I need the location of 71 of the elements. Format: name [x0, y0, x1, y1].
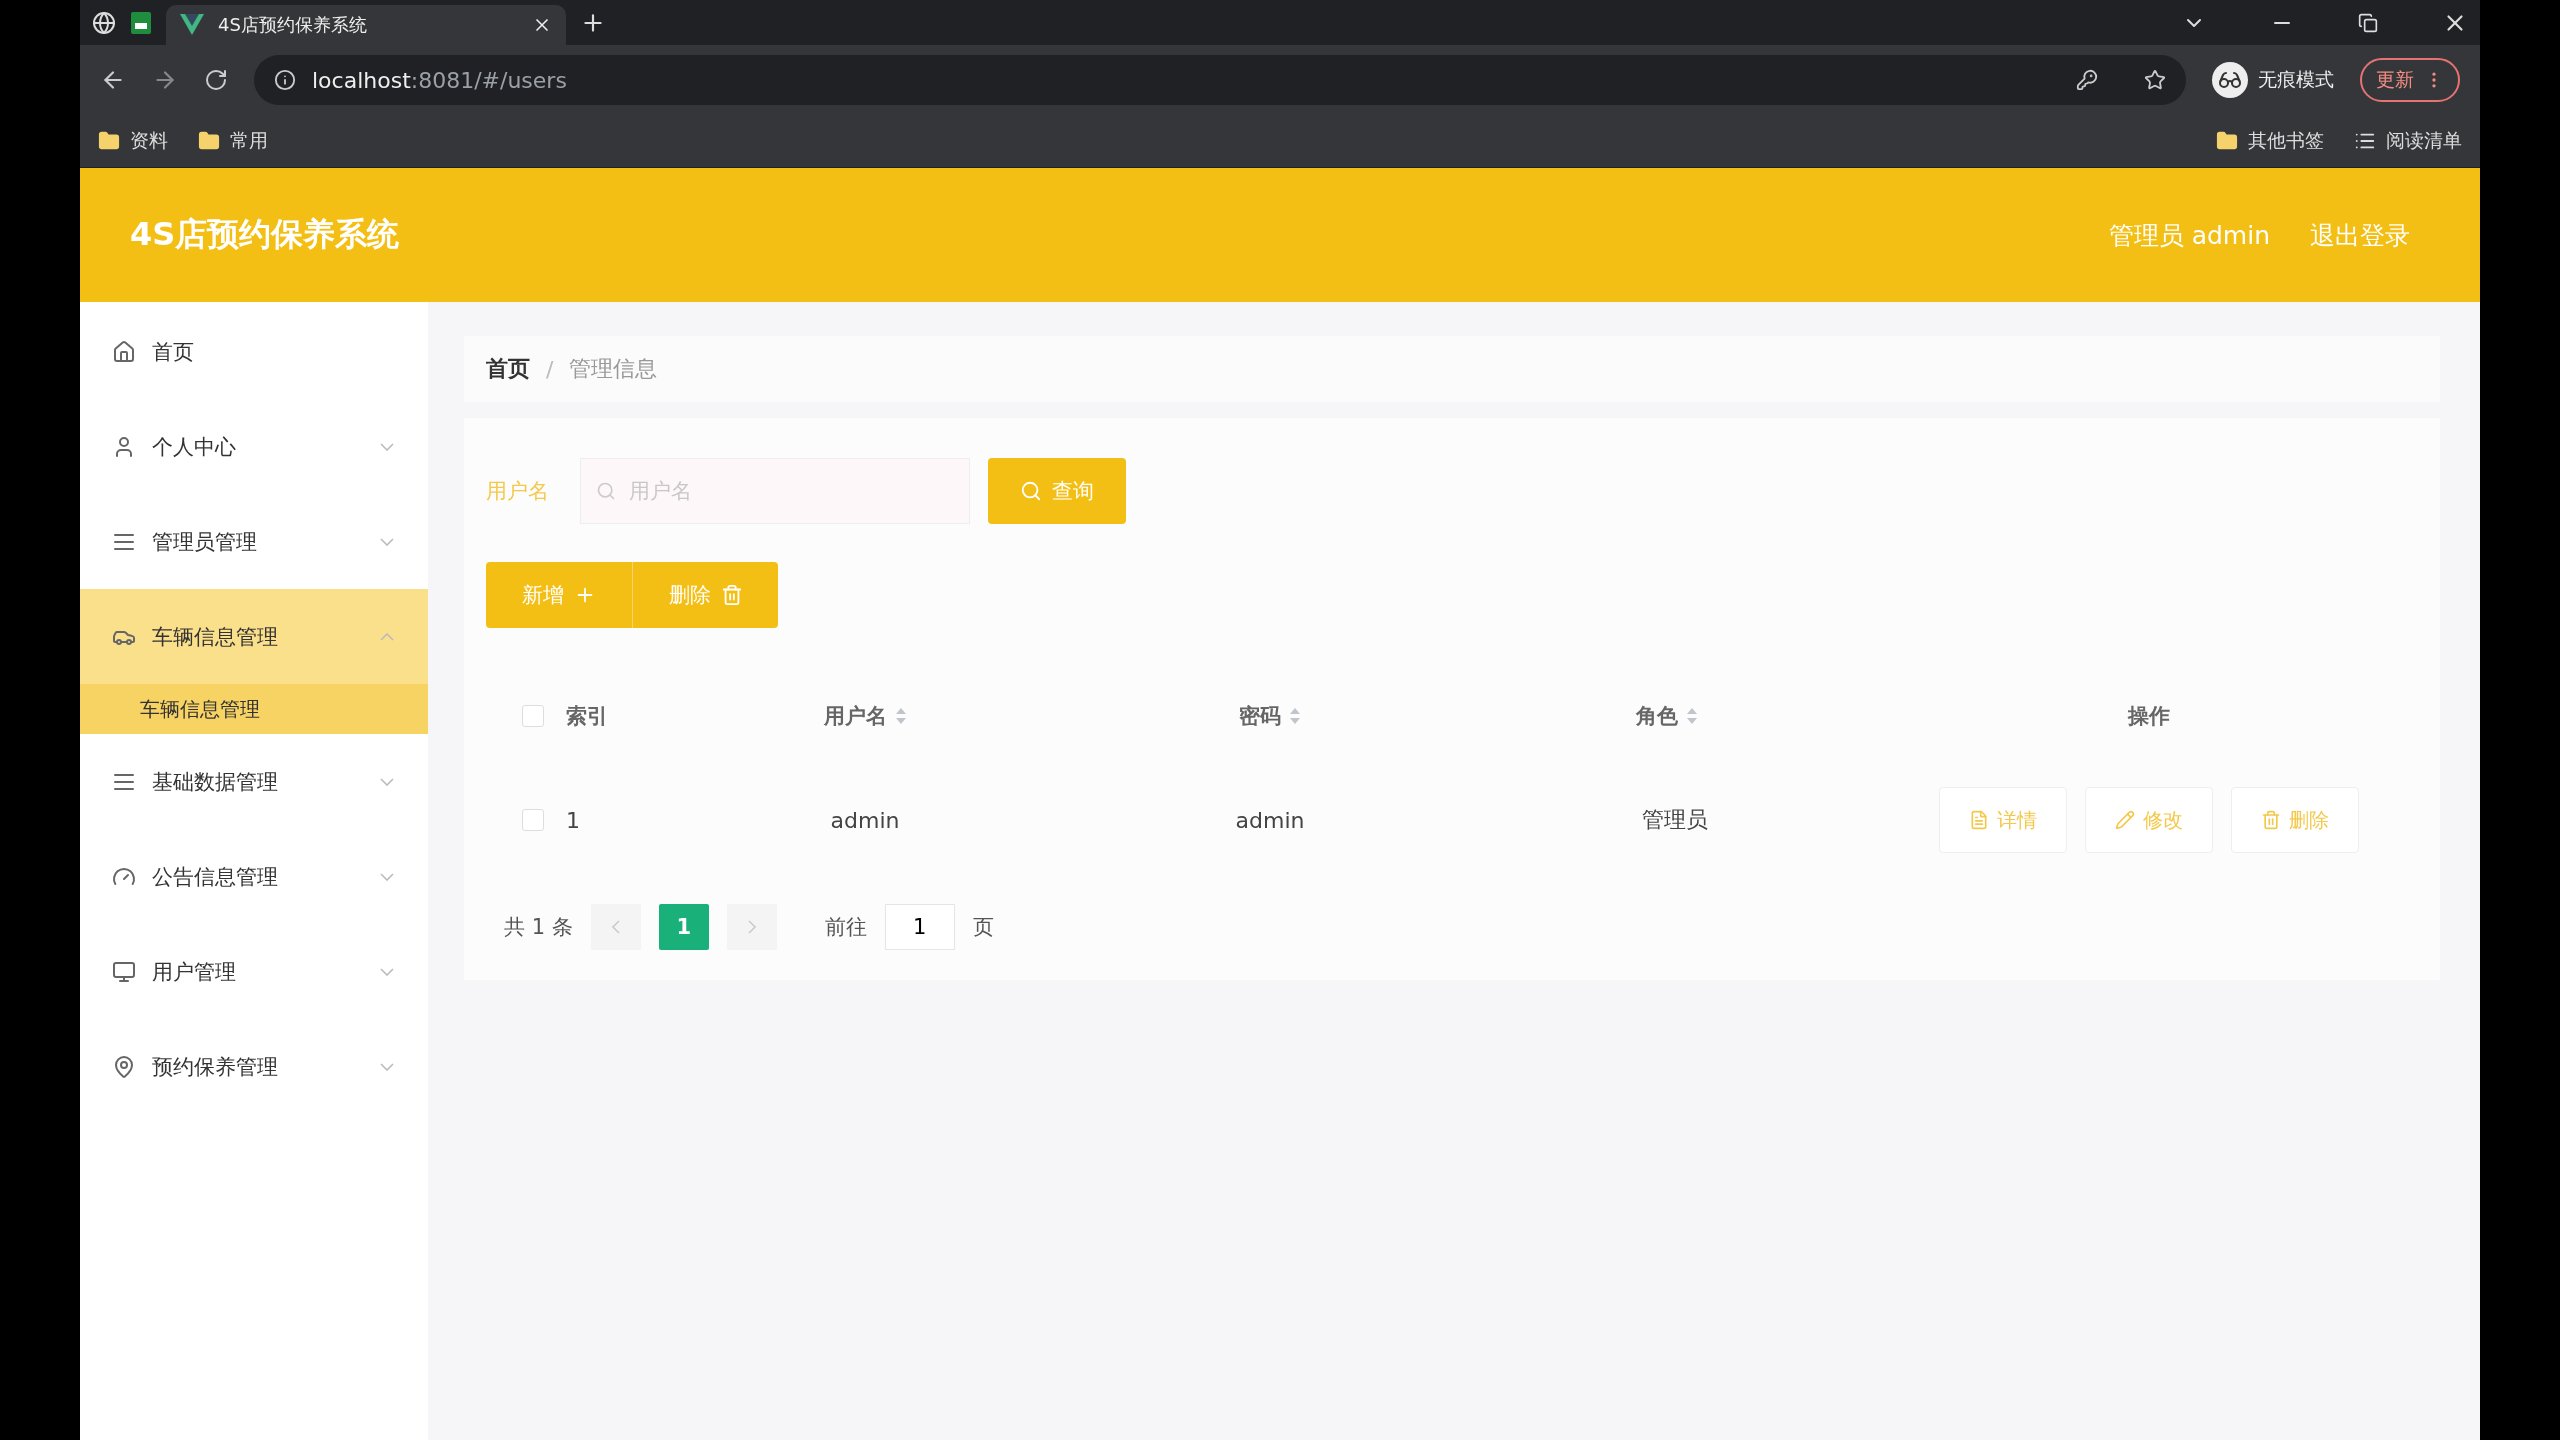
bookmark-folder[interactable]: 常用: [198, 128, 268, 154]
chevron-icon: [380, 632, 394, 641]
column-header[interactable]: 用户名: [823, 702, 887, 730]
tab-title: 4S店预约保养系统: [218, 13, 368, 37]
total-count: 共 1 条: [504, 914, 573, 941]
user-label: 管理员 admin: [2108, 219, 2270, 252]
table-cell: 1: [566, 807, 580, 833]
column-header[interactable]: 密码: [1239, 702, 1281, 730]
column-header[interactable]: 角色: [1636, 702, 1678, 730]
goto-label: 前往: [824, 914, 867, 941]
bookmark-folder[interactable]: 其他书签: [2216, 128, 2324, 154]
checkbox[interactable]: [522, 809, 544, 831]
search-icon: [596, 481, 616, 501]
column-header: 索引: [566, 703, 608, 730]
profile-label: 无痕模式: [2258, 67, 2334, 92]
url-host: localhost: [312, 67, 411, 93]
sidebar-item[interactable]: 基础数据管理: [80, 734, 428, 829]
monitor-icon: [112, 959, 136, 984]
reload-icon[interactable]: [204, 68, 228, 92]
pin-icon: [112, 1054, 136, 1079]
breadcrumb-item: 管理信息: [569, 355, 658, 383]
chevron-icon: [380, 442, 394, 451]
breadcrumb-item[interactable]: 首页: [486, 354, 530, 384]
pencil-icon: [2115, 810, 2135, 830]
page-input[interactable]: 1: [884, 904, 955, 950]
trash-icon: [720, 584, 743, 606]
update-button[interactable]: 更新: [2360, 58, 2460, 102]
search-icon: [1020, 480, 1042, 502]
sidebar-item[interactable]: 车辆信息管理: [80, 589, 428, 684]
column-header: 操作: [2128, 703, 2170, 730]
chevron-icon: [380, 967, 394, 976]
star-icon[interactable]: [2144, 69, 2166, 91]
chevron-icon: [380, 1062, 394, 1071]
breadcrumb-separator: /: [546, 356, 554, 382]
globe-icon[interactable]: [92, 10, 116, 35]
table-cell: admin: [830, 807, 900, 833]
chevron-icon: [380, 537, 394, 546]
spreadsheet-icon[interactable]: [130, 10, 152, 35]
chevron-icon: [380, 777, 394, 786]
checkbox[interactable]: [522, 705, 544, 727]
sidebar-item[interactable]: 用户管理: [80, 924, 428, 1019]
info-icon[interactable]: [274, 69, 296, 91]
document-icon: [1969, 810, 1989, 830]
house-icon: [112, 339, 136, 364]
address-bar[interactable]: localhost:8081/#/users: [254, 55, 2186, 105]
key-icon[interactable]: [2076, 69, 2098, 91]
chevron-icon: [380, 872, 394, 881]
folder-icon: [98, 130, 120, 152]
url-path: :8081/#/users: [410, 67, 567, 93]
table-cell: admin: [1235, 807, 1305, 833]
submenu-item[interactable]: 车辆信息管理: [80, 684, 428, 734]
folder-icon: [198, 130, 220, 152]
restore-icon[interactable]: [2358, 12, 2378, 33]
browser-tab[interactable]: 4S店预约保养系统: [166, 5, 566, 45]
sidebar-item[interactable]: 个人中心: [80, 399, 428, 494]
trash-icon: [2261, 810, 2281, 830]
sidebar-item[interactable]: 预约保养管理: [80, 1019, 428, 1114]
sidebar-item[interactable]: 公告信息管理: [80, 829, 428, 924]
chevron-right-icon: [747, 920, 756, 934]
page-suffix: 页: [972, 914, 994, 941]
incognito-icon[interactable]: [2212, 62, 2248, 98]
folder-icon: [2216, 130, 2238, 152]
v-logo-icon: [180, 14, 204, 36]
bookmark-folder[interactable]: 资料: [98, 128, 168, 154]
field-label: 用户名: [486, 478, 550, 505]
table-cell-text: 管理员: [1642, 806, 1708, 834]
sidebar-item[interactable]: 管理员管理: [80, 494, 428, 589]
chevron-left-icon: [611, 920, 620, 934]
app-title: 4S店预约保养系统: [130, 214, 401, 255]
sidebar-item[interactable]: 首页: [80, 304, 428, 399]
reading-list[interactable]: 阅读清单: [2354, 128, 2462, 154]
